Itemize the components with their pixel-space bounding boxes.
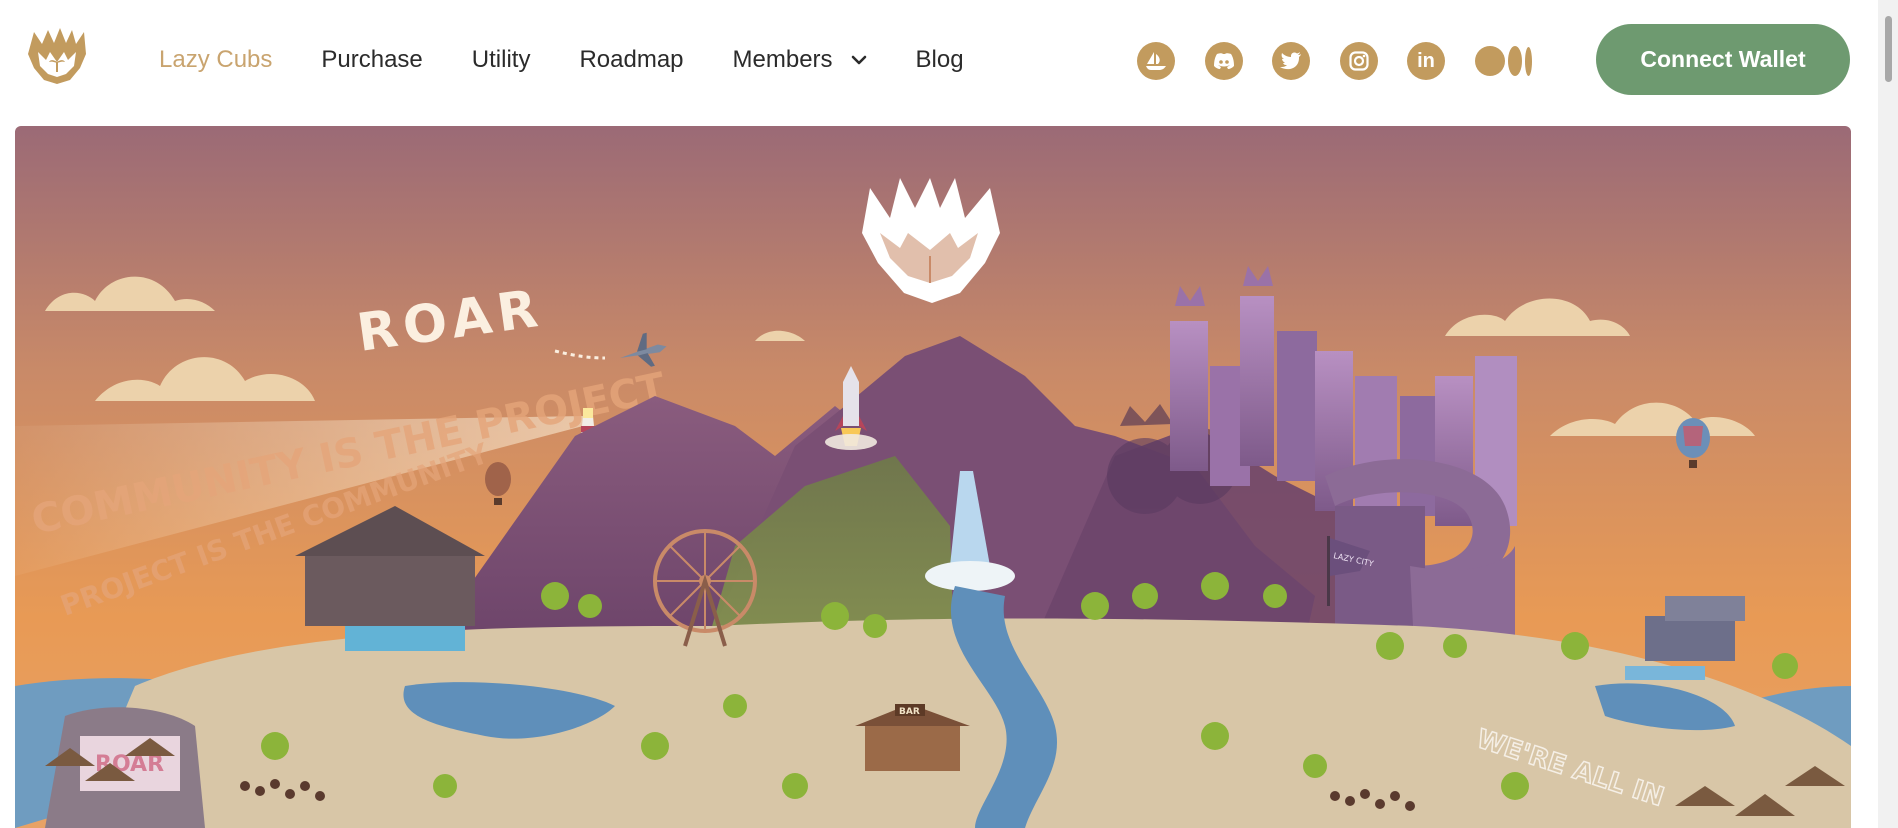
nav-dropdown-members[interactable]: Members [733, 46, 867, 74]
concert-stage: ROAR [45, 707, 205, 828]
hero-illustration: ROAR COMMUNITY IS THE PROJECT PROJECT IS… [15, 126, 1851, 828]
nav-label: Utility [471, 46, 531, 73]
medium-dot-small [1524, 46, 1532, 76]
nav-link-lazy-cubs[interactable]: Lazy Cubs [159, 46, 272, 74]
main-nav: Lazy Cubs Purchase Utility Roadmap Membe… [159, 0, 1013, 120]
nav-label: Lazy Cubs [159, 46, 273, 73]
opensea-boat-icon[interactable] [1137, 42, 1175, 80]
nav-link-blog[interactable]: Blog [916, 46, 964, 74]
nav-label: Purchase [321, 46, 423, 73]
nav-label: Members [732, 46, 833, 73]
medium-dot-large [1474, 46, 1505, 76]
bar-sign-text: BAR [899, 707, 920, 717]
nav-link-purchase[interactable]: Purchase [321, 46, 422, 74]
medium-icon[interactable] [1474, 42, 1535, 80]
page-scrollbar-track[interactable] [1878, 0, 1898, 828]
nav-label: Roadmap [579, 46, 684, 73]
lion-claw-logo-icon[interactable] [26, 24, 88, 86]
linkedin-glyph: in [1417, 49, 1435, 72]
connect-wallet-button[interactable]: Connect Wallet [1596, 24, 1850, 95]
linkedin-icon[interactable]: in [1407, 42, 1445, 80]
waterfall-mist [925, 561, 1015, 591]
twitter-bird-icon[interactable] [1272, 42, 1310, 80]
medium-dot-mid [1507, 46, 1522, 76]
chevron-down-icon [851, 55, 866, 65]
nav-link-roadmap[interactable]: Roadmap [579, 46, 683, 74]
discord-icon[interactable] [1204, 42, 1243, 80]
social-links: in [1137, 42, 1535, 80]
page-scrollbar-thumb[interactable] [1885, 16, 1892, 82]
instagram-icon[interactable] [1339, 42, 1378, 80]
nav-label: Blog [915, 46, 964, 73]
nav-link-utility[interactable]: Utility [472, 46, 531, 74]
site-header: Lazy Cubs Purchase Utility Roadmap Membe… [0, 0, 1898, 120]
